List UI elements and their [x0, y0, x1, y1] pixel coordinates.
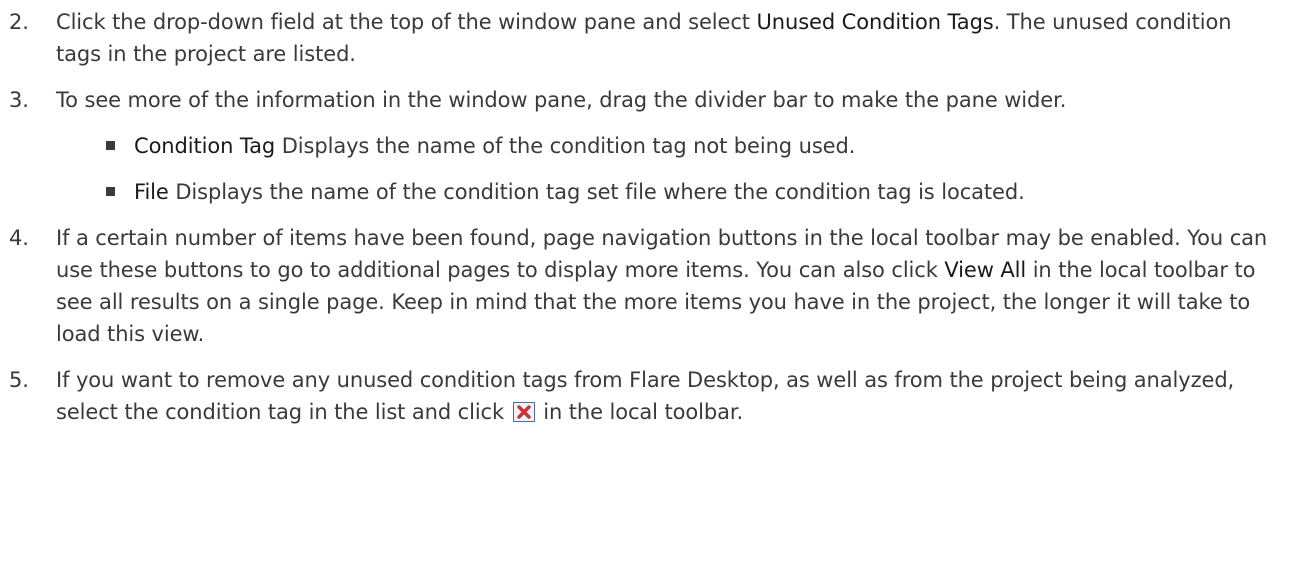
step-item: 4. If a certain number of items have been… — [0, 222, 1281, 350]
step-number: 5. — [9, 368, 29, 392]
step-number: 3. — [9, 88, 29, 112]
ui-term: Unused Condition Tags — [756, 10, 994, 34]
step-text: To see more of the information in the wi… — [56, 84, 1281, 116]
step-text-segment: Click the drop-down field at the top of … — [56, 10, 757, 34]
square-bullet-icon — [106, 141, 115, 150]
delete-x-icon — [512, 402, 535, 422]
step-text: If a certain number of items have been f… — [56, 222, 1281, 350]
step-text-segment: To see more of the information in the wi… — [56, 88, 1067, 112]
step-number: 2. — [9, 10, 29, 34]
square-bullet-icon — [106, 187, 115, 196]
steps-list: 2. Click the drop-down field at the top o… — [0, 6, 1299, 428]
step-item: 5. If you want to remove any unused condi… — [0, 364, 1281, 428]
column-name: File — [134, 180, 169, 204]
instructions-document: 2. Click the drop-down field at the top o… — [0, 0, 1299, 428]
column-description-list: Condition Tag Displays the name of the c… — [56, 130, 1281, 208]
ui-term: View All — [944, 258, 1027, 282]
step-item: 3. To see more of the information in the … — [0, 84, 1281, 208]
step-number: 4. — [9, 226, 29, 250]
column-description: Displays the name of the condition tag n… — [275, 134, 856, 158]
step-text: If you want to remove any unused conditi… — [56, 364, 1281, 428]
list-item: File Displays the name of the condition … — [96, 176, 1281, 208]
list-item: Condition Tag Displays the name of the c… — [96, 130, 1281, 162]
column-name: Condition Tag — [134, 134, 276, 158]
column-description: Displays the name of the condition tag s… — [168, 180, 1025, 204]
step-text-segment: in the local toolbar. — [536, 400, 744, 424]
step-item: 2. Click the drop-down field at the top o… — [0, 6, 1281, 70]
step-text: Click the drop-down field at the top of … — [56, 6, 1281, 70]
